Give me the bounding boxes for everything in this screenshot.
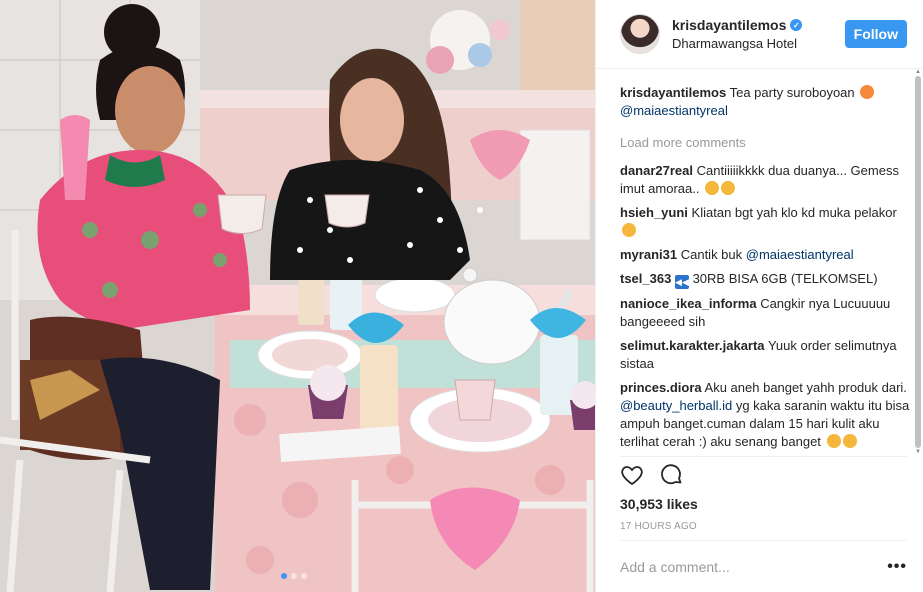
photo-scene [0, 0, 595, 592]
comment-username[interactable]: princes.diora [620, 380, 702, 395]
verified-badge-icon: ✓ [790, 19, 803, 31]
rewind-emoji-icon: ◀◀ [674, 275, 689, 289]
emoji-icon [842, 434, 857, 448]
couple-emoji-icon [860, 85, 875, 99]
likes-count[interactable]: 30,953 likes [620, 496, 698, 512]
post-timestamp[interactable]: 17 HOURS AGO [620, 521, 697, 532]
header-text: krisdayantilemos ✓ Dharmawangsa Hotel [672, 17, 845, 51]
username-link[interactable]: krisdayantilemos [672, 17, 786, 33]
avatar[interactable] [620, 14, 660, 54]
comment-text: 30RB BISA 6GB (TELKOMSEL) [692, 271, 878, 286]
comment-username[interactable]: selimut.karakter.jakarta [620, 338, 765, 353]
comments-scrollbar[interactable]: ▲ ▼ [915, 69, 921, 455]
more-options-icon[interactable]: ••• [887, 558, 907, 576]
like-heart-icon[interactable] [620, 463, 644, 492]
load-more-comments-button[interactable]: Load more comments [620, 134, 912, 152]
comment-item: danar27real Cantiiiiikkkk dua duanya... … [620, 162, 912, 198]
comment-item: myrani31 Cantik buk @maiaestiantyreal [620, 246, 912, 264]
emoji-icon [705, 181, 720, 195]
comment-username[interactable]: hsieh_yuni [620, 205, 688, 220]
post-actions [620, 463, 684, 492]
scroll-up-arrow-icon[interactable]: ▲ [915, 69, 921, 75]
comment-username[interactable]: tsel_363 [620, 271, 671, 286]
comment-item: princes.diora Aku aneh banget yahh produ… [620, 379, 912, 451]
add-comment-bar: ••• [620, 540, 907, 592]
post-side-panel: krisdayantilemos ✓ Dharmawangsa Hotel Fo… [595, 0, 923, 592]
comment-username[interactable]: nanioce_ikea_informa [620, 296, 757, 311]
comment-item: hsieh_yuni Kliatan bgt yah klo kd muka p… [620, 204, 912, 240]
comment-mention[interactable]: @maiaestiantyreal [746, 247, 854, 262]
location-link[interactable]: Dharmawangsa Hotel [672, 36, 845, 51]
comment-mention[interactable]: @beauty_herball.id [620, 398, 732, 413]
emoji-icon [721, 181, 736, 195]
scrollbar-thumb[interactable] [915, 76, 921, 448]
caption: krisdayantilemos Tea party suroboyoan @m… [620, 84, 912, 120]
comment-item: selimut.karakter.jakarta Yuuk order seli… [620, 337, 912, 373]
comment-text: Kliatan bgt yah klo kd muka pelakor [691, 205, 897, 220]
comment-username[interactable]: myrani31 [620, 247, 677, 262]
carousel-dot[interactable] [291, 573, 297, 579]
follow-button[interactable]: Follow [844, 20, 907, 48]
caption-username[interactable]: krisdayantilemos [620, 85, 726, 100]
carousel-dot-active[interactable] [281, 573, 287, 579]
comment-text: Aku aneh banget yahh produk dari. [704, 380, 907, 395]
comment-text: Cantik buk [680, 247, 743, 262]
comments-list[interactable]: krisdayantilemos Tea party suroboyoan @m… [620, 84, 912, 452]
emoji-icon [826, 434, 841, 448]
caption-text: Tea party suroboyoan [729, 85, 855, 100]
carousel-dot[interactable] [301, 573, 307, 579]
add-comment-input[interactable] [620, 558, 888, 575]
caption-mention[interactable]: @maiaestiantyreal [620, 103, 728, 118]
comment-item: tsel_363 ◀◀ 30RB BISA 6GB (TELKOMSEL) [620, 270, 912, 289]
carousel-indicator[interactable] [281, 573, 307, 579]
comment-item: nanioce_ikea_informa Cangkir nya Lucuuuu… [620, 295, 912, 331]
divider [620, 456, 907, 457]
post-header: krisdayantilemos ✓ Dharmawangsa Hotel Fo… [596, 0, 923, 69]
comment-username[interactable]: danar27real [620, 163, 693, 178]
scroll-down-arrow-icon[interactable]: ▼ [915, 449, 921, 455]
comment-bubble-icon[interactable] [660, 463, 684, 492]
header-username: krisdayantilemos ✓ [672, 17, 845, 33]
post-photo[interactable] [0, 0, 595, 592]
emoji-icon [622, 223, 636, 237]
